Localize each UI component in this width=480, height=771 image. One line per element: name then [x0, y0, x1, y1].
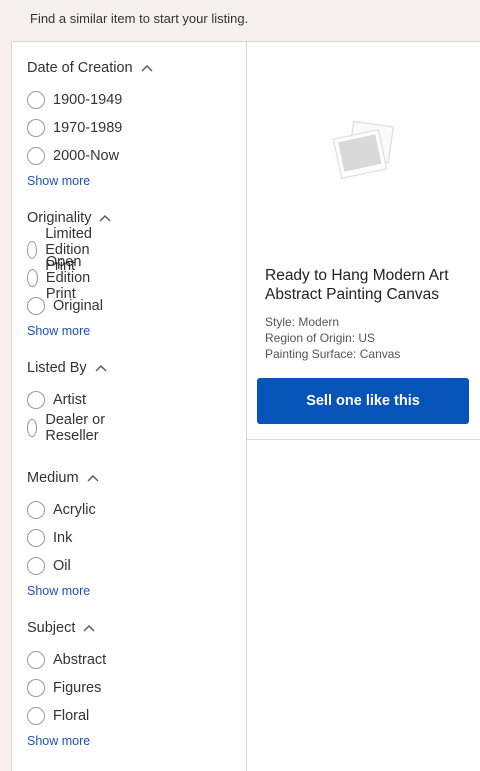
radio-button[interactable]: [27, 241, 38, 259]
radio-button[interactable]: [27, 679, 45, 697]
filter-option[interactable]: Figures: [27, 678, 101, 698]
radio-button[interactable]: [27, 91, 45, 109]
filter-option[interactable]: 1900-1949: [27, 90, 122, 110]
radio-button[interactable]: [27, 419, 38, 437]
facet-date-of-creation: Date of Creation 1900-1949 1970-1989 200…: [27, 58, 153, 188]
facet-title: Medium: [27, 470, 79, 486]
radio-button[interactable]: [27, 119, 45, 137]
facet-subject: Subject Abstract Figures Floral Show mor…: [27, 618, 106, 748]
chevron-up-icon: [83, 622, 95, 634]
show-more-link[interactable]: Show more: [27, 174, 90, 188]
facet-originality: Originality Limited Edition Print Open E…: [27, 208, 111, 338]
chevron-up-icon: [87, 472, 99, 484]
product-attribute: Style: Modern: [265, 315, 340, 329]
show-more-link[interactable]: Show more: [27, 734, 90, 748]
radio-button[interactable]: [27, 651, 45, 669]
filter-option[interactable]: Acrylic: [27, 500, 96, 520]
product-attribute: Region of Origin: US: [265, 331, 376, 345]
facet-medium: Medium Acrylic Ink Oil Show more: [27, 468, 99, 598]
filter-option[interactable]: Original: [27, 296, 103, 316]
facet-listed-by: Listed By Artist Dealer or Reseller: [27, 358, 107, 444]
top-bar: Find a similar item to start your listin…: [0, 0, 480, 42]
filter-option[interactable]: Oil: [27, 556, 71, 576]
facet-header-listed-by[interactable]: Listed By: [27, 358, 107, 378]
facet-title: Date of Creation: [27, 60, 133, 76]
filter-option[interactable]: Abstract: [27, 650, 106, 670]
facet-header-medium[interactable]: Medium: [27, 468, 99, 488]
chevron-up-icon: [95, 362, 107, 374]
radio-button[interactable]: [27, 557, 45, 575]
filter-option[interactable]: 1970-1989: [27, 118, 122, 138]
facet-header-originality[interactable]: Originality: [27, 208, 111, 228]
product-attribute: Painting Surface: Canvas: [265, 347, 401, 361]
chevron-up-icon: [141, 62, 153, 74]
photo-placeholder-icon: [331, 120, 395, 186]
sell-one-like-this-button[interactable]: Sell one like this: [257, 378, 469, 424]
radio-button[interactable]: [27, 147, 45, 165]
radio-button[interactable]: [27, 501, 45, 519]
radio-button[interactable]: [27, 297, 45, 315]
facet-header-date-of-creation[interactable]: Date of Creation: [27, 58, 153, 78]
radio-button[interactable]: [27, 707, 45, 725]
facet-title: Subject: [27, 620, 76, 636]
filter-option[interactable]: Ink: [27, 528, 72, 548]
radio-button[interactable]: [27, 391, 45, 409]
product-card: Ready to Hang Modern Art Abstract Painti…: [247, 42, 480, 440]
facet-title: Listed By: [27, 360, 87, 376]
filter-option[interactable]: Open Edition Print: [27, 254, 111, 302]
filter-option[interactable]: 2000-Now: [27, 146, 119, 166]
product-title: Ready to Hang Modern Art Abstract Painti…: [265, 267, 449, 303]
facet-title: Originality: [27, 210, 92, 226]
chevron-up-icon: [99, 212, 111, 224]
filter-option[interactable]: Dealer or Reseller: [27, 412, 107, 444]
show-more-link[interactable]: Show more: [27, 324, 90, 338]
radio-button[interactable]: [27, 529, 45, 547]
instruction-text: Find a similar item to start your listin…: [30, 11, 249, 26]
filter-option[interactable]: Floral: [27, 706, 89, 726]
listing-panel: Date of Creation 1900-1949 1970-1989 200…: [11, 41, 480, 771]
radio-button[interactable]: [27, 269, 38, 287]
filter-sidebar: Date of Creation 1900-1949 1970-1989 200…: [12, 42, 247, 771]
filter-option[interactable]: Artist: [27, 390, 86, 410]
show-more-link[interactable]: Show more: [27, 584, 90, 598]
facet-header-subject[interactable]: Subject: [27, 618, 95, 638]
